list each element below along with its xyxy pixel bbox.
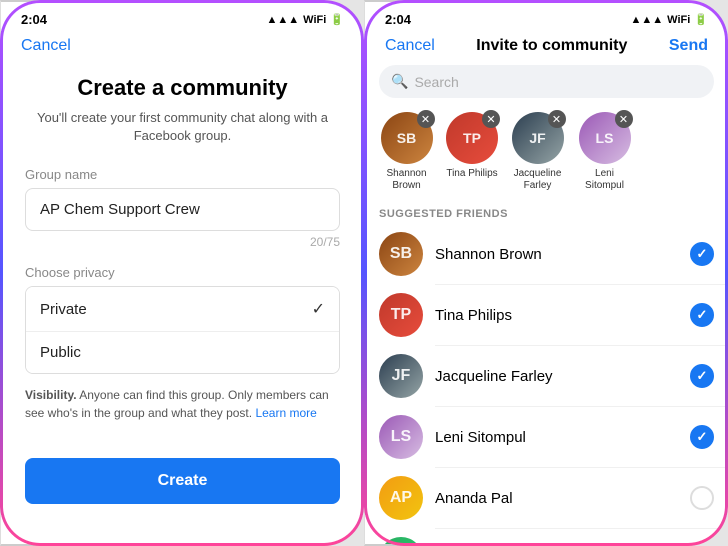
group-name-label: Group name (25, 167, 340, 182)
selected-name-tina: Tina Philips (446, 168, 497, 180)
signal-icon: ▲▲▲ (267, 14, 300, 26)
friend-name-ananda: Ananda Pal (435, 490, 678, 507)
wifi-icon: WiFi (303, 14, 326, 26)
privacy-private-label: Private (40, 301, 87, 318)
cancel-button-left[interactable]: Cancel (21, 37, 71, 55)
search-icon: 🔍 (391, 73, 408, 90)
status-icons-right: ▲▲▲ WiFi 🔋 (631, 13, 709, 26)
char-count: 20/75 (25, 235, 340, 249)
avatar-wrapper-shannon: SB ✕ (381, 112, 433, 164)
cancel-button-right[interactable]: Cancel (385, 37, 435, 55)
friend-avatar-mohammad: MH (379, 537, 423, 546)
friend-name-tina: Tina Philips (435, 307, 678, 324)
status-bar-left: 2:04 ▲▲▲ WiFi 🔋 (1, 2, 364, 32)
privacy-label: Choose privacy (25, 265, 340, 280)
friend-item-shannon[interactable]: SB Shannon Brown (365, 224, 728, 284)
remove-tina-button[interactable]: ✕ (482, 110, 500, 128)
select-leni-check[interactable] (690, 425, 714, 449)
invite-title: Invite to community (476, 37, 627, 55)
visibility-bold: Visibility. (25, 388, 77, 402)
suggested-friends-label: SUGGESTED FRIENDS (365, 202, 728, 224)
left-content: Create a community You'll create your fi… (1, 65, 364, 504)
friend-avatar-tina: TP (379, 293, 423, 337)
friend-avatar-leni: LS (379, 415, 423, 459)
wifi-icon-r: WiFi (667, 14, 690, 26)
selected-avatar-jacqueline[interactable]: JF ✕ Jacqueline Farley (510, 112, 565, 192)
visibility-text: Visibility. Anyone can find this group. … (25, 386, 340, 422)
selected-name-leni: Leni Sitompul (577, 168, 632, 192)
select-ananda-check[interactable] (690, 486, 714, 510)
selected-avatar-tina[interactable]: TP ✕ Tina Philips (446, 112, 498, 192)
left-nav: Cancel (1, 32, 364, 65)
send-button[interactable]: Send (669, 37, 708, 55)
friend-item-jacqueline[interactable]: JF Jacqueline Farley (365, 346, 728, 406)
friend-avatar-shannon: SB (379, 232, 423, 276)
avatar-wrapper-jacqueline: JF ✕ (512, 112, 564, 164)
remove-leni-button[interactable]: ✕ (615, 110, 633, 128)
page-title: Create a community (25, 75, 340, 101)
create-button[interactable]: Create (25, 458, 340, 504)
friend-name-leni: Leni Sitompul (435, 429, 678, 446)
friend-item-ananda[interactable]: AP Ananda Pal (365, 468, 728, 528)
select-shannon-check[interactable] (690, 242, 714, 266)
friend-avatar-jacqueline: JF (379, 354, 423, 398)
status-time-right: 2:04 (385, 12, 411, 27)
selected-avatars-row: SB ✕ Shannon Brown TP ✕ Tina Philips (365, 108, 728, 202)
status-time-left: 2:04 (21, 12, 47, 27)
left-phone-wrapper: 2:04 ▲▲▲ WiFi 🔋 Cancel Create a communit… (0, 0, 364, 546)
right-phone-wrapper: 2:04 ▲▲▲ WiFi 🔋 Cancel Invite to communi… (364, 0, 728, 546)
right-header: Cancel Invite to community Send (365, 32, 728, 65)
friend-item-tina[interactable]: TP Tina Philips (365, 285, 728, 345)
friend-list: SB Shannon Brown TP Tina Philips JF Jacq… (365, 224, 728, 546)
friend-name-jacqueline: Jacqueline Farley (435, 368, 678, 385)
privacy-check-mark: ✓ (312, 299, 325, 319)
status-icons-left: ▲▲▲ WiFi 🔋 (267, 13, 345, 26)
learn-more-link[interactable]: Learn more (255, 406, 316, 420)
status-bar-right: 2:04 ▲▲▲ WiFi 🔋 (365, 2, 728, 32)
selected-avatar-shannon[interactable]: SB ✕ Shannon Brown (379, 112, 434, 192)
battery-icon: 🔋 (330, 13, 344, 26)
select-jacqueline-check[interactable] (690, 364, 714, 388)
privacy-option-public[interactable]: Public (26, 332, 339, 373)
privacy-public-label: Public (40, 344, 81, 361)
remove-jacqueline-button[interactable]: ✕ (548, 110, 566, 128)
select-tina-check[interactable] (690, 303, 714, 327)
group-name-input[interactable] (25, 188, 340, 231)
friend-name-shannon: Shannon Brown (435, 246, 678, 263)
signal-icon-r: ▲▲▲ (631, 14, 664, 26)
selected-name-shannon: Shannon Brown (379, 168, 434, 192)
privacy-options: Private ✓ Public (25, 286, 340, 374)
selected-name-jacqueline: Jacqueline Farley (510, 168, 565, 192)
friend-item-mohammad[interactable]: MH Mohammad Hosseini (365, 529, 728, 546)
avatar-wrapper-tina: TP ✕ (446, 112, 498, 164)
friend-avatar-ananda: AP (379, 476, 423, 520)
avatar-wrapper-leni: LS ✕ (579, 112, 631, 164)
search-bar[interactable]: 🔍 Search (379, 65, 714, 98)
subtitle-text: You'll create your first community chat … (25, 109, 340, 145)
right-phone: 2:04 ▲▲▲ WiFi 🔋 Cancel Invite to communi… (364, 0, 728, 546)
left-phone: 2:04 ▲▲▲ WiFi 🔋 Cancel Create a communit… (0, 0, 364, 546)
privacy-option-private[interactable]: Private ✓ (26, 287, 339, 332)
battery-icon-r: 🔋 (694, 13, 708, 26)
search-placeholder: Search (414, 74, 458, 90)
selected-avatar-leni[interactable]: LS ✕ Leni Sitompul (577, 112, 632, 192)
friend-item-leni[interactable]: LS Leni Sitompul (365, 407, 728, 467)
remove-shannon-button[interactable]: ✕ (417, 110, 435, 128)
